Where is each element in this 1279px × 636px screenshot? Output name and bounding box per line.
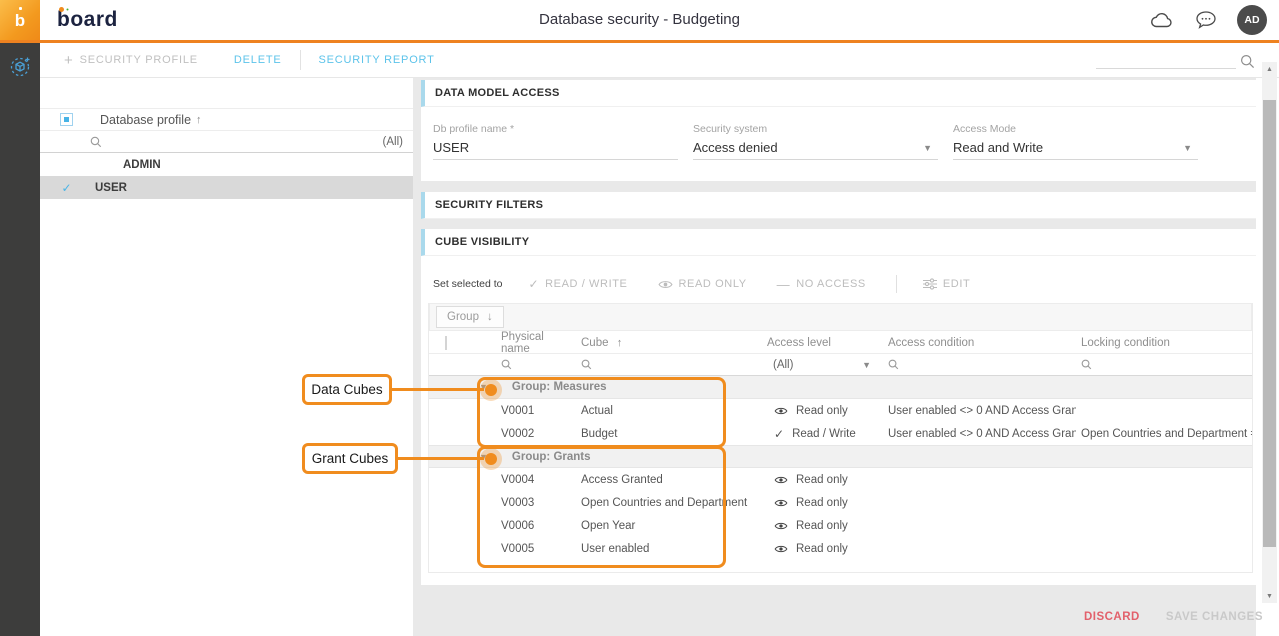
sort-asc-icon: ↑ bbox=[617, 337, 623, 349]
security-filters-section[interactable]: SECURITY FILTERS bbox=[421, 192, 1256, 219]
action-toolbar: + SECURITY PROFILE DELETE SECURITY REPOR… bbox=[40, 43, 1279, 78]
db-profile-name-input[interactable]: USER bbox=[433, 140, 678, 160]
col-access-level[interactable]: Access level bbox=[763, 337, 883, 349]
cube-visibility-card: CUBE VISIBILITY Set selected to ✓ READ /… bbox=[421, 229, 1256, 585]
check-icon: ✓ bbox=[774, 427, 784, 441]
add-security-profile-button[interactable]: + SECURITY PROFILE bbox=[46, 43, 216, 77]
locking-condition-filter-search-icon[interactable] bbox=[1076, 359, 1252, 370]
cube-table: Group ↓ Physical name Cube ↑ Access leve… bbox=[428, 303, 1253, 573]
select-all-cubes-checkbox[interactable] bbox=[445, 336, 447, 350]
scrollbar-thumb[interactable] bbox=[1263, 100, 1276, 547]
profile-row-admin[interactable]: ADMIN bbox=[40, 153, 413, 176]
security-report-button[interactable]: SECURITY REPORT bbox=[301, 43, 453, 77]
eye-icon bbox=[774, 521, 788, 531]
select-all-checkbox[interactable] bbox=[60, 113, 73, 126]
profiles-filter-all[interactable]: (All) bbox=[383, 136, 403, 148]
data-model-icon[interactable] bbox=[7, 53, 33, 79]
eye-icon bbox=[658, 279, 673, 290]
scroll-down-icon[interactable]: ▼ bbox=[1262, 589, 1277, 603]
col-cube[interactable]: Cube ↑ bbox=[571, 337, 763, 349]
read-only-button[interactable]: READ ONLY bbox=[658, 278, 747, 290]
col-access-condition[interactable]: Access condition bbox=[883, 337, 1076, 349]
data-model-access-header: DATA MODEL ACCESS bbox=[421, 80, 1256, 107]
security-system-dropdown[interactable]: Access denied ▼ bbox=[693, 140, 938, 160]
main-content: DATA MODEL ACCESS Db profile name * USER… bbox=[413, 78, 1256, 636]
chevron-down-icon: ▼ bbox=[923, 143, 938, 153]
eye-icon bbox=[774, 406, 788, 416]
sliders-icon bbox=[923, 278, 937, 290]
profile-filter-search-icon[interactable] bbox=[90, 136, 102, 148]
discard-button[interactable]: DISCARD bbox=[1084, 611, 1140, 623]
access-mode-dropdown[interactable]: Read and Write ▼ bbox=[953, 140, 1198, 160]
db-profile-name-label: Db profile name * bbox=[433, 123, 693, 135]
edit-button[interactable]: EDIT bbox=[923, 278, 970, 290]
profile-row-user[interactable]: ✓ USER bbox=[40, 176, 413, 199]
col-physical-name[interactable]: Physical name bbox=[477, 331, 571, 355]
minus-icon: — bbox=[777, 277, 791, 292]
access-condition-filter-search-icon[interactable] bbox=[883, 359, 1076, 370]
delete-button[interactable]: DELETE bbox=[216, 43, 300, 77]
sort-desc-icon: ↓ bbox=[487, 311, 493, 323]
profiles-column-header[interactable]: Database profile bbox=[100, 113, 191, 127]
check-icon: ✓ bbox=[528, 277, 539, 291]
group-row-measures[interactable]: ▼ Group: Measures bbox=[429, 376, 1252, 399]
security-filters-title: SECURITY FILTERS bbox=[435, 199, 543, 211]
cube-row-v0004[interactable]: V0004 Access Granted Read only bbox=[429, 468, 1252, 491]
set-selected-label: Set selected to bbox=[433, 278, 502, 290]
cube-row-v0005[interactable]: V0005 User enabled Read only bbox=[429, 537, 1252, 560]
collapse-caret-icon[interactable]: ▼ bbox=[479, 382, 488, 392]
group-row-grants[interactable]: ▼ Group: Grants bbox=[429, 445, 1252, 468]
read-write-button[interactable]: ✓ READ / WRITE bbox=[528, 277, 627, 291]
access-mode-label: Access Mode bbox=[953, 123, 1213, 135]
set-selected-toolbar: Set selected to ✓ READ / WRITE READ ONLY… bbox=[433, 275, 1000, 293]
user-avatar[interactable]: AD bbox=[1237, 5, 1267, 35]
profiles-panel: Database profile ↑ (All) ADMIN ✓ USER bbox=[40, 78, 413, 636]
profiles-filter-row: (All) bbox=[40, 131, 413, 153]
eye-icon bbox=[774, 544, 788, 554]
physical-filter-search-icon[interactable] bbox=[477, 359, 571, 370]
left-rail bbox=[0, 43, 40, 636]
access-level-filter-dropdown[interactable]: (All)▼ bbox=[763, 359, 883, 371]
security-system-label: Security system bbox=[693, 123, 953, 135]
cloud-icon[interactable] bbox=[1149, 7, 1175, 33]
group-by-bar: Group ↓ bbox=[429, 303, 1252, 331]
cube-row-v0006[interactable]: V0006 Open Year Read only bbox=[429, 514, 1252, 537]
cube-filter-search-icon[interactable] bbox=[571, 359, 763, 370]
chat-icon[interactable] bbox=[1193, 7, 1219, 33]
plus-icon: + bbox=[64, 52, 74, 69]
cube-visibility-header[interactable]: CUBE VISIBILITY bbox=[421, 229, 1256, 256]
col-locking-condition[interactable]: Locking condition bbox=[1076, 337, 1252, 349]
cube-row-v0001[interactable]: V0001 Actual Read only User enabled <> 0… bbox=[429, 399, 1252, 422]
no-access-button[interactable]: — NO ACCESS bbox=[777, 277, 866, 292]
check-icon[interactable]: ✓ bbox=[60, 181, 73, 195]
chevron-down-icon: ▼ bbox=[862, 360, 883, 370]
toolbar-divider bbox=[896, 275, 897, 293]
sort-asc-icon[interactable]: ↑ bbox=[196, 114, 202, 126]
eye-icon bbox=[774, 498, 788, 508]
cube-row-v0003[interactable]: V0003 Open Countries and Department Read… bbox=[429, 491, 1252, 514]
cube-table-header-row: Physical name Cube ↑ Access level Access… bbox=[429, 331, 1252, 354]
collapse-caret-icon[interactable]: ▼ bbox=[479, 452, 488, 462]
scroll-up-icon[interactable]: ▲ bbox=[1262, 62, 1277, 76]
group-by-chip[interactable]: Group ↓ bbox=[436, 306, 504, 328]
toolbar-search-input[interactable] bbox=[1096, 51, 1236, 69]
security-system-field: Security system Access denied ▼ bbox=[693, 123, 953, 160]
data-model-access-card: DATA MODEL ACCESS Db profile name * USER… bbox=[421, 80, 1256, 181]
page-title: Database security - Budgeting bbox=[0, 11, 1279, 28]
access-mode-field: Access Mode Read and Write ▼ bbox=[953, 123, 1213, 160]
cube-row-v0002[interactable]: V0002 Budget ✓Read / Write User enabled … bbox=[429, 422, 1252, 445]
chevron-down-icon: ▼ bbox=[1183, 143, 1198, 153]
top-header: b board Database security - Budgeting AD bbox=[0, 0, 1279, 43]
search-icon[interactable] bbox=[1240, 54, 1255, 69]
vertical-scrollbar[interactable]: ▲ ▼ bbox=[1262, 62, 1277, 603]
save-changes-button[interactable]: SAVE CHANGES bbox=[1166, 611, 1263, 623]
db-profile-name-field: Db profile name * USER bbox=[433, 123, 693, 160]
app-window: b board Database security - Budgeting AD… bbox=[0, 0, 1279, 636]
profiles-header-row: Database profile ↑ bbox=[40, 108, 413, 131]
eye-icon bbox=[774, 475, 788, 485]
cube-table-filter-row: (All)▼ bbox=[429, 354, 1252, 376]
